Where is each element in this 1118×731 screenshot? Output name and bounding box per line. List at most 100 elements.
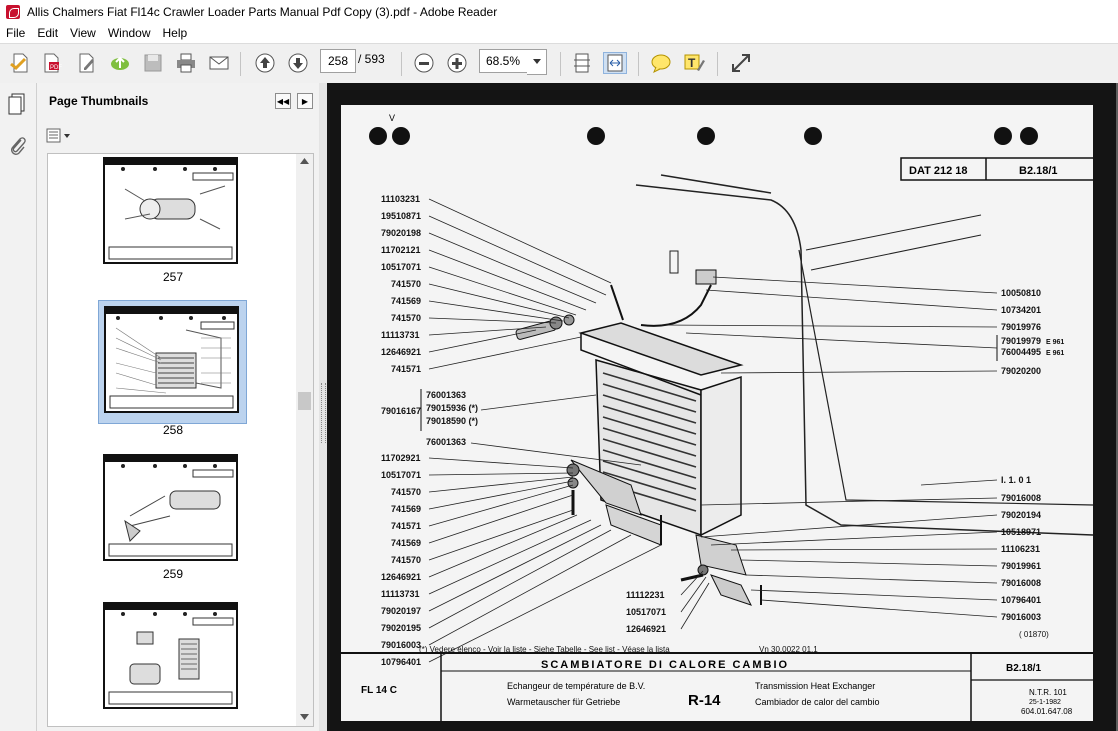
svg-text:741569: 741569 bbox=[391, 504, 421, 514]
navigation-pane-strip bbox=[0, 83, 37, 731]
title-block-ref: B2.18/1 bbox=[1006, 663, 1041, 674]
svg-text:79020197: 79020197 bbox=[381, 606, 421, 616]
svg-text:12646921: 12646921 bbox=[381, 572, 421, 582]
thumbnail-label: 259 bbox=[162, 567, 184, 581]
svg-text:( 01870): ( 01870) bbox=[1019, 630, 1049, 639]
fit-width-icon[interactable] bbox=[603, 52, 627, 74]
svg-text:I. 1. 0 1: I. 1. 0 1 bbox=[1001, 475, 1031, 485]
svg-text:741570: 741570 bbox=[391, 313, 421, 323]
highlight-icon[interactable]: T bbox=[682, 52, 706, 74]
create-pdf-icon[interactable] bbox=[8, 52, 32, 74]
scrollbar-thumb[interactable] bbox=[298, 392, 311, 410]
toolbar: PDF T bbox=[0, 43, 1118, 84]
menu-window[interactable]: Window bbox=[102, 26, 157, 40]
zoom-dropdown-icon[interactable] bbox=[527, 49, 547, 75]
svg-text:11112231: 11112231 bbox=[626, 590, 665, 600]
svg-text:PDF: PDF bbox=[50, 65, 62, 71]
parts-diagram-page: V DAT 212 18 B2.18/1 11103231 19510871 7… bbox=[341, 105, 1095, 721]
upload-icon[interactable] bbox=[108, 52, 132, 74]
svg-text:741571: 741571 bbox=[391, 521, 421, 531]
panel-title: Page Thumbnails bbox=[49, 94, 149, 108]
model-label: FL 14 C bbox=[361, 685, 397, 696]
zoom-in-icon[interactable] bbox=[445, 52, 469, 74]
scroll-down-icon[interactable] bbox=[300, 714, 309, 720]
svg-text:T: T bbox=[688, 56, 696, 70]
title-fr: Echangeur de température de B.V. bbox=[507, 681, 645, 691]
export-icon[interactable]: PDF bbox=[40, 52, 64, 74]
svg-text:79020195: 79020195 bbox=[381, 623, 421, 633]
title-bar: Allis Chalmers Fiat Fl14c Crawler Loader… bbox=[0, 0, 1118, 23]
page-total: / 593 bbox=[358, 52, 385, 66]
document-view[interactable]: V DAT 212 18 B2.18/1 11103231 19510871 7… bbox=[327, 83, 1118, 731]
title-block-heading: SCAMBIATORE DI CALORE CAMBIO bbox=[541, 659, 789, 671]
menu-bar: File Edit View Window Help bbox=[0, 23, 1118, 43]
svg-text:79020200: 79020200 bbox=[1001, 366, 1041, 376]
svg-text:79016003: 79016003 bbox=[1001, 612, 1041, 622]
svg-text:76001363: 76001363 bbox=[426, 390, 466, 400]
menu-view[interactable]: View bbox=[64, 26, 102, 40]
svg-text:10517071: 10517071 bbox=[626, 607, 666, 617]
attachments-icon[interactable] bbox=[9, 135, 27, 160]
ref-box: B2.18/1 bbox=[1019, 165, 1058, 177]
svg-text:741569: 741569 bbox=[391, 538, 421, 548]
save-icon[interactable] bbox=[141, 52, 165, 74]
svg-text:11702121: 11702121 bbox=[381, 245, 421, 255]
title-en: Transmission Heat Exchanger bbox=[755, 681, 875, 691]
svg-text:10796401: 10796401 bbox=[1001, 595, 1041, 605]
page-thumbnails-icon[interactable] bbox=[7, 92, 29, 119]
title-de: Warmetauscher für Getriebe bbox=[507, 697, 620, 707]
svg-text:79016167: 79016167 bbox=[381, 406, 421, 416]
document-number: 604.01.647.08 bbox=[1021, 707, 1073, 716]
svg-text:10796401: 10796401 bbox=[381, 657, 421, 667]
page-up-icon[interactable] bbox=[253, 52, 277, 74]
fullscreen-icon[interactable] bbox=[729, 52, 753, 74]
page-number-input[interactable]: 258 bbox=[320, 49, 356, 73]
svg-text:79016008: 79016008 bbox=[1001, 578, 1041, 588]
menu-file[interactable]: File bbox=[0, 26, 31, 40]
comment-icon[interactable] bbox=[649, 52, 673, 74]
svg-text:10734201: 10734201 bbox=[1001, 305, 1041, 315]
svg-text:E 961: E 961 bbox=[1046, 339, 1064, 346]
thumbnail-scrollbar[interactable] bbox=[296, 154, 313, 726]
svg-text:741570: 741570 bbox=[391, 487, 421, 497]
menu-edit[interactable]: Edit bbox=[31, 26, 64, 40]
edit-icon[interactable] bbox=[75, 52, 99, 74]
scroll-up-icon[interactable] bbox=[300, 158, 309, 164]
thumbnail-label: 257 bbox=[162, 270, 184, 284]
figure-number: R-14 bbox=[688, 692, 721, 709]
issue-date: 25-1-1982 bbox=[1029, 699, 1061, 706]
svg-text:79019976: 79019976 bbox=[1001, 322, 1041, 332]
svg-text:10518971: 10518971 bbox=[1001, 527, 1041, 537]
svg-text:79016008: 79016008 bbox=[1001, 493, 1041, 503]
svg-text:76004495: 76004495 bbox=[1001, 347, 1041, 357]
svg-text:741571: 741571 bbox=[391, 364, 421, 374]
svg-text:79018590 (*): 79018590 (*) bbox=[426, 416, 478, 426]
thumbnail-label: 258 bbox=[162, 423, 184, 437]
window-title: Allis Chalmers Fiat Fl14c Crawler Loader… bbox=[27, 4, 498, 19]
code-box: DAT 212 18 bbox=[909, 165, 968, 177]
svg-text:76001363: 76001363 bbox=[426, 437, 466, 447]
svg-text:11702921: 11702921 bbox=[381, 453, 421, 463]
thumbnail-list[interactable]: 257 258 259 bbox=[47, 153, 314, 727]
svg-text:11103231: 11103231 bbox=[381, 194, 420, 204]
svg-text:11106231: 11106231 bbox=[1001, 544, 1040, 554]
page-down-icon[interactable] bbox=[286, 52, 310, 74]
collapse-panel-icon[interactable]: ◀◀ bbox=[275, 93, 291, 109]
ntr-ref: N.T.R. 101 bbox=[1029, 688, 1067, 697]
svg-text:10517071: 10517071 bbox=[381, 470, 421, 480]
fit-page-icon[interactable] bbox=[570, 52, 594, 74]
panel-header: Page Thumbnails ◀◀ ▶ bbox=[37, 83, 319, 119]
svg-text:12646921: 12646921 bbox=[626, 624, 666, 634]
mark-v: V bbox=[389, 113, 395, 123]
svg-text:741570: 741570 bbox=[391, 555, 421, 565]
svg-text:79020194: 79020194 bbox=[1001, 510, 1041, 520]
panel-splitter[interactable] bbox=[319, 83, 327, 731]
svg-text:79020198: 79020198 bbox=[381, 228, 421, 238]
thumbnail-options-button[interactable] bbox=[46, 127, 72, 145]
email-icon[interactable] bbox=[207, 52, 231, 74]
menu-help[interactable]: Help bbox=[157, 26, 194, 40]
print-icon[interactable] bbox=[174, 52, 198, 74]
zoom-out-icon[interactable] bbox=[412, 52, 436, 74]
panel-forward-icon[interactable]: ▶ bbox=[297, 93, 313, 109]
svg-text:11113731: 11113731 bbox=[381, 330, 420, 340]
